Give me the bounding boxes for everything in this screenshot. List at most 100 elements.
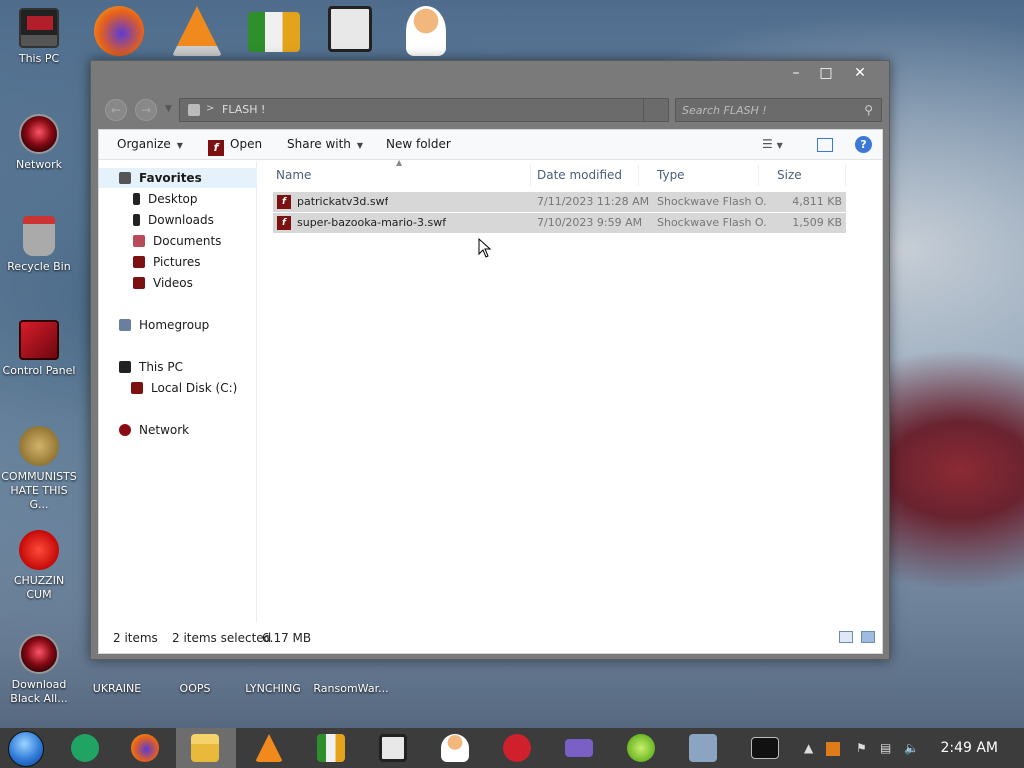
search-input[interactable]	[682, 102, 852, 118]
desktop-icon-oops[interactable]: OOPS	[156, 668, 234, 696]
desktop-icon-ransomware[interactable]: RansomWar...	[312, 668, 390, 696]
network-tool-icon	[689, 734, 717, 762]
computer-icon	[119, 361, 131, 373]
nav-this-pc[interactable]: This PC	[119, 357, 183, 377]
hxd-icon[interactable]	[248, 12, 300, 52]
recent-locations-icon[interactable]: ▼	[165, 103, 177, 115]
desktop-icon-label: CHUZZIN CUM	[13, 574, 65, 601]
nav-label: Documents	[153, 234, 222, 248]
maze-app-icon[interactable]	[328, 6, 372, 52]
taskbar-app-lime[interactable]	[612, 728, 672, 768]
desktop-icon-download[interactable]: Download Black All...	[0, 634, 78, 706]
forward-button[interactable]: →	[135, 99, 157, 121]
explorer-content: Organize ▼ f Open Share with ▼ New folder ☰…	[98, 129, 883, 654]
clock[interactable]: 2:49 AM	[940, 728, 998, 768]
nav-documents[interactable]: Documents	[133, 231, 221, 251]
desktop-icon-ukraine[interactable]: UKRAINE	[78, 668, 156, 696]
details-view-icon[interactable]	[839, 631, 853, 643]
taskbar-app-network-tool[interactable]	[674, 728, 734, 768]
preview-pane-button[interactable]	[817, 138, 833, 152]
back-button[interactable]: ←	[105, 99, 127, 121]
taskbar-app-cmd[interactable]	[736, 728, 796, 768]
taskbar-app-maze[interactable]	[364, 728, 424, 768]
volume-icon[interactable]: 🔈	[904, 728, 919, 768]
nav-homegroup[interactable]: Homegroup	[119, 315, 209, 335]
address-bar[interactable]: > FLASH !	[179, 98, 669, 122]
nav-local-disk[interactable]: Local Disk (C:)	[131, 378, 237, 398]
vlc-icon[interactable]	[172, 6, 222, 56]
open-button[interactable]: f Open	[208, 137, 262, 156]
pictures-icon	[133, 256, 145, 268]
show-hidden-icons-button[interactable]: ▲	[804, 728, 813, 768]
taskbar-app-firefox[interactable]	[116, 728, 176, 768]
column-header-name[interactable]: Name	[258, 164, 531, 186]
change-view-button[interactable]: ☰ ▼	[762, 137, 783, 151]
status-bar: 2 items 2 items selected 6.17 MB	[99, 623, 882, 653]
share-with-button[interactable]: Share with ▼	[287, 137, 363, 151]
nav-network[interactable]: Network	[119, 420, 189, 440]
desktop-icon-lynching[interactable]: LYNCHING	[234, 668, 312, 696]
desktop-icon-chuzzin[interactable]: CHUZZIN CUM	[0, 530, 78, 602]
organize-button[interactable]: Organize ▼	[117, 137, 183, 151]
desktop-icon-recycle-bin[interactable]: Recycle Bin	[0, 216, 78, 274]
chevron-down-icon: ▼	[356, 141, 364, 150]
maximize-button[interactable]: □	[811, 63, 841, 83]
file-date: 7/11/2023 11:28 AM	[537, 195, 650, 208]
address-dropdown-button[interactable]	[643, 98, 669, 122]
start-button[interactable]	[8, 731, 44, 767]
title-bar[interactable]: – □ ✕	[91, 61, 889, 87]
desktop-icon-communists[interactable]: COMMUNISTS HATE THIS G...	[0, 426, 78, 512]
desktop-icon-label: LYNCHING	[245, 682, 301, 695]
network-icon	[119, 424, 131, 436]
search-box[interactable]: ⚲	[675, 98, 882, 122]
flash-tray-icon[interactable]	[826, 728, 840, 768]
taskbar-app-sheets[interactable]	[56, 728, 116, 768]
taskbar-app-hxd[interactable]	[302, 728, 362, 768]
file-name: super-bazooka-mario-3.swf	[297, 216, 447, 229]
firefox-icon[interactable]	[94, 6, 144, 56]
minimize-button[interactable]: –	[781, 63, 811, 83]
nav-videos[interactable]: Videos	[133, 273, 193, 293]
column-header-date[interactable]: Date modified	[519, 164, 639, 186]
taskbar-app-devcpp[interactable]	[488, 728, 548, 768]
taskbar-app-explorer[interactable]	[176, 728, 236, 768]
desktop-icon-control-panel[interactable]: Control Panel	[0, 320, 78, 378]
organize-label: Organize	[117, 137, 171, 151]
drive-icon	[131, 382, 143, 394]
file-row[interactable]: f patrickatv3d.swf 7/11/2023 11:28 AM Sh…	[273, 192, 846, 212]
downloads-icon	[133, 214, 140, 226]
taskbar-app-doctor[interactable]	[426, 728, 486, 768]
computer-icon	[19, 8, 59, 48]
action-center-flag-icon[interactable]: ⚑	[856, 728, 867, 768]
desktop-icon-label: Recycle Bin	[7, 260, 71, 273]
firefox-icon	[131, 734, 159, 762]
desktop-icon-network[interactable]: Network	[0, 114, 78, 172]
nav-downloads[interactable]: Downloads	[133, 210, 214, 230]
column-header-type[interactable]: Type	[639, 164, 759, 186]
new-folder-label: New folder	[386, 137, 451, 151]
desktop-icon-this-pc[interactable]: This PC	[0, 8, 78, 66]
folder-location-icon	[188, 104, 200, 116]
network-tray-icon[interactable]: ▤	[880, 728, 891, 768]
taskbar-app-card[interactable]	[550, 728, 610, 768]
help-button[interactable]: ?	[855, 136, 872, 153]
desktop-icon-label: OOPS	[179, 682, 211, 695]
file-row[interactable]: f super-bazooka-mario-3.swf 7/10/2023 9:…	[273, 213, 846, 233]
nav-favorites[interactable]: Favorites	[99, 168, 257, 188]
new-folder-button[interactable]: New folder	[386, 137, 451, 151]
search-icon[interactable]: ⚲	[864, 103, 873, 117]
command-prompt-icon	[751, 737, 779, 759]
nav-desktop[interactable]: Desktop	[133, 189, 198, 209]
large-icons-view-icon[interactable]	[861, 631, 875, 643]
desktop-icon-label: Download Black All...	[10, 678, 68, 705]
chevron-down-icon: ▼	[176, 141, 183, 150]
desktop-icon-label: COMMUNISTS HATE THIS G...	[1, 470, 77, 511]
taskbar-app-vlc[interactable]	[240, 728, 300, 768]
column-header-size[interactable]: Size	[759, 164, 846, 186]
close-button[interactable]: ✕	[845, 63, 875, 83]
breadcrumb-current[interactable]: FLASH !	[222, 103, 265, 116]
file-type: Shockwave Flash O...	[657, 216, 767, 229]
nav-pictures[interactable]: Pictures	[133, 252, 201, 272]
doctor-icon[interactable]	[406, 6, 446, 56]
nav-label: Local Disk (C:)	[151, 381, 238, 395]
